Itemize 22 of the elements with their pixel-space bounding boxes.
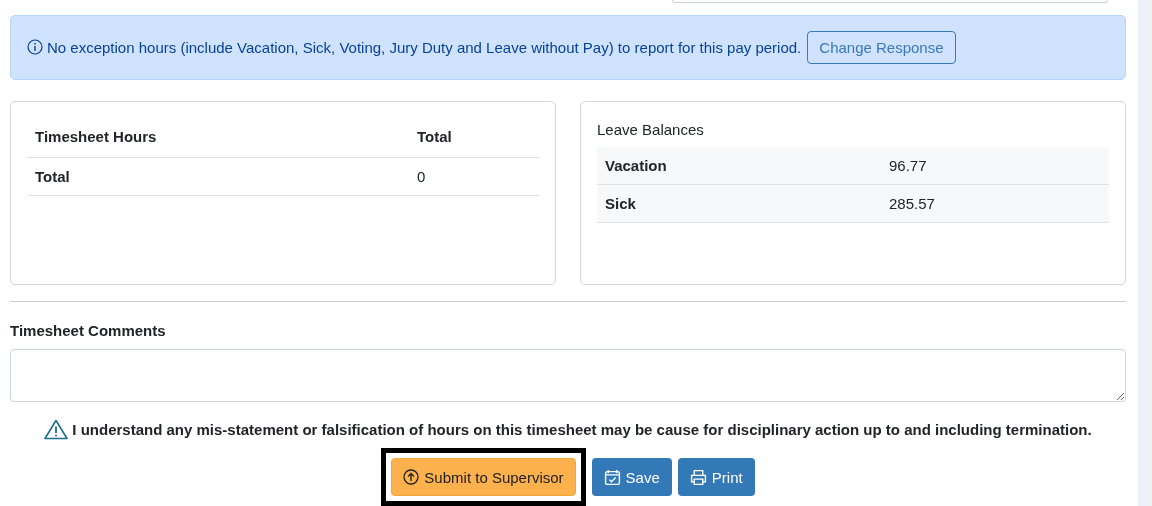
table-cell: Sick [597, 184, 881, 223]
comments-label: Timesheet Comments [10, 321, 167, 339]
change-response-button[interactable]: Change Response [807, 30, 956, 64]
info-icon [27, 39, 43, 56]
card-title: Leave Balances [597, 120, 705, 138]
calendar-check-icon [603, 468, 621, 486]
table-cell: 0 [409, 157, 539, 196]
warning-icon [44, 419, 69, 440]
alert-message: No exception hours (include Vacation, Sick, Voting, Jury Duty and Leave without Pay) to report for this pay period. [47, 38, 802, 56]
column-header: Total [409, 117, 539, 158]
table-cell: 285.57 [881, 184, 1109, 223]
warning-text: I understand any mis-statement or falsification of hours on this timesheet may be cause for disciplinary action up to and including termination. [72, 421, 1092, 438]
table-cell: Total [27, 157, 409, 196]
save-button[interactable]: Save [591, 458, 672, 496]
print-button[interactable]: Print [677, 458, 755, 496]
comments-field[interactable] [10, 348, 1126, 402]
input-field[interactable] [672, 0, 1108, 3]
table-cell: Vacation [597, 146, 881, 185]
column-header: Timesheet Hours [27, 117, 409, 158]
submit-button[interactable]: Submit to Supervisor [391, 458, 576, 496]
printer-icon [689, 468, 707, 486]
table-cell: 96.77 [881, 146, 1109, 185]
